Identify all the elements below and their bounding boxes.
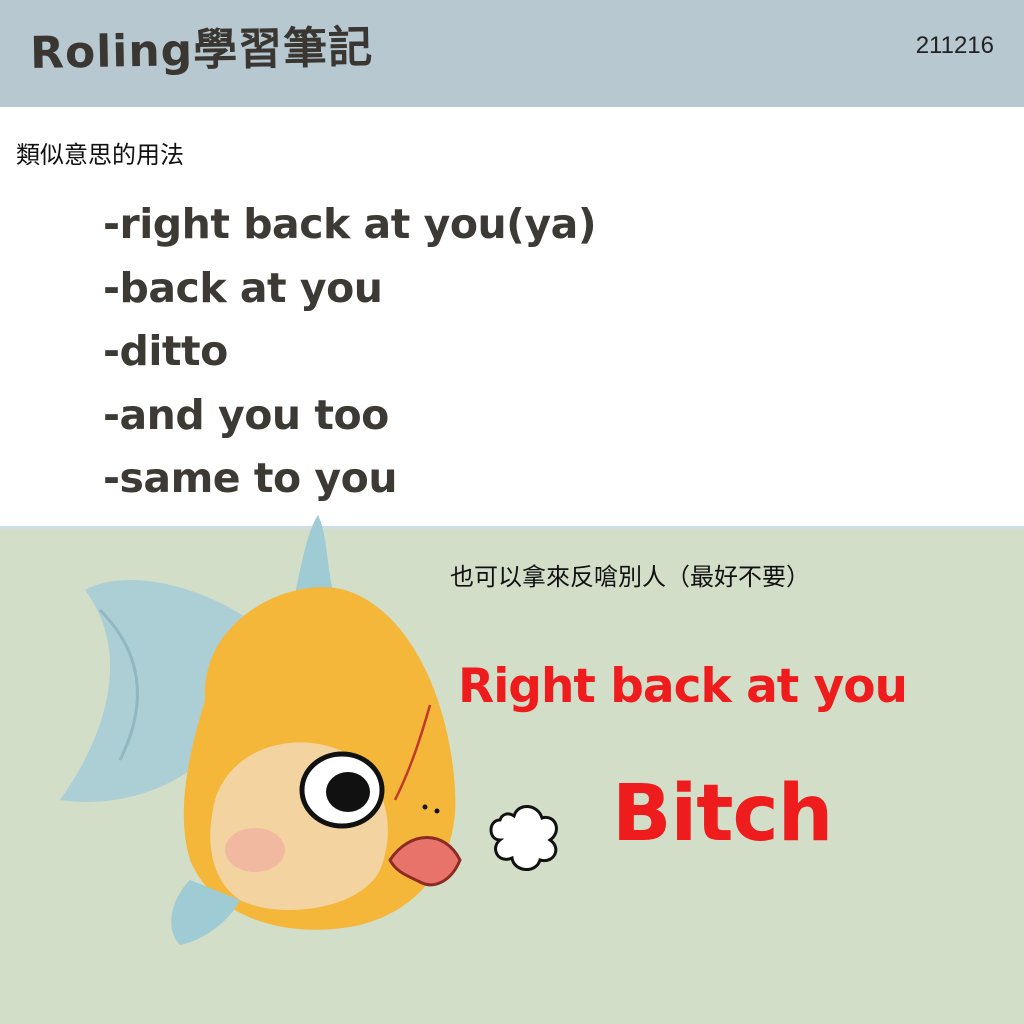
date-label: 211216 (915, 32, 994, 59)
phrases-section: 類似意思的用法 -right back at you(ya) -back at … (0, 107, 1024, 526)
section-label: 類似意思的用法 (16, 141, 184, 169)
slogan-line-2: Bitch (612, 769, 833, 859)
phrase-item: -right back at you(ya) (103, 200, 597, 248)
phrase-item: -back at you (103, 263, 383, 312)
puff-cloud-icon (489, 805, 558, 871)
phrase-list: -right back at you(ya) -back at you -dit… (103, 193, 597, 511)
brand-title: Roling學習筆記 (29, 22, 374, 79)
goldfish-icon (60, 515, 462, 945)
header-bar: Roling學習筆記 211216 (0, 0, 1024, 107)
phrase-item: -and you too (103, 390, 389, 439)
usage-note: 也可以拿來反嗆別人（最好不要） (450, 563, 810, 591)
slogan-line-1: Right back at you (458, 659, 908, 714)
phrase-item: -ditto (103, 327, 228, 375)
